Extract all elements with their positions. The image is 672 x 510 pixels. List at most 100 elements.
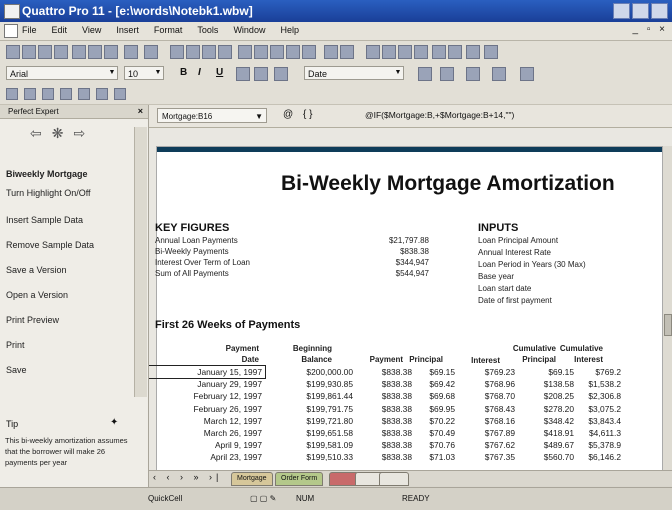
border-icon[interactable] <box>520 67 534 81</box>
save-icon[interactable] <box>38 45 52 59</box>
tab-mortgage[interactable]: Mortgage <box>231 472 273 486</box>
cell-balance[interactable]: $199,510.33 <box>265 451 356 463</box>
maximize-button[interactable] <box>632 3 649 19</box>
cell-date[interactable]: March 12, 1997 <box>149 415 265 427</box>
cell-payment[interactable]: $838.38 <box>356 439 415 451</box>
menu-edit[interactable]: Edit <box>52 25 68 35</box>
text-style-icon[interactable] <box>274 67 288 81</box>
cell-payment[interactable]: $838.38 <box>356 403 415 415</box>
cell-balance[interactable]: $199,930.85 <box>265 378 356 390</box>
tab-order-form[interactable]: Order Form <box>275 472 324 486</box>
formula-brace-button[interactable]: { } <box>303 109 312 120</box>
cell-balance[interactable]: $199,581.09 <box>265 439 356 451</box>
cell-cumulative-principal[interactable]: $69.15 <box>518 366 577 378</box>
cell-principal[interactable]: $71.03 <box>415 451 458 463</box>
cell-interest[interactable]: $768.16 <box>458 415 518 427</box>
function-icon[interactable] <box>324 45 338 59</box>
menu-view[interactable]: View <box>82 25 101 35</box>
cell-cumulative-principal[interactable]: $348.42 <box>518 415 577 427</box>
cell-date[interactable]: February 12, 1997 <box>149 390 265 402</box>
document-window-controls[interactable]: _ ▫ × <box>632 24 668 35</box>
close-panel-button[interactable]: × <box>138 105 143 118</box>
cell-cumulative-interest[interactable]: $4,611.3 <box>577 427 624 439</box>
spreadsheet-grid[interactable]: Bi-Weekly Mortgage Amortization KEY FIGU… <box>149 128 672 470</box>
cell-principal[interactable]: $69.68 <box>415 390 458 402</box>
cell-cumulative-principal[interactable]: $489.67 <box>518 439 577 451</box>
sum-icon[interactable] <box>340 45 354 59</box>
cell-date[interactable]: January 29, 1997 <box>149 378 265 390</box>
expert-item-save-version[interactable]: Save a Version <box>6 265 67 275</box>
cell-interest[interactable]: $767.89 <box>458 427 518 439</box>
redo-icon[interactable] <box>144 45 158 59</box>
cell-interest[interactable]: $768.96 <box>458 378 518 390</box>
expert-icon[interactable] <box>448 45 462 59</box>
open-icon[interactable] <box>22 45 36 59</box>
panel-scrollbar[interactable] <box>134 127 147 397</box>
close-button[interactable] <box>651 3 668 19</box>
fit-icon[interactable] <box>302 45 316 59</box>
copy-icon[interactable] <box>88 45 102 59</box>
cell-principal[interactable]: $69.15 <box>415 366 458 378</box>
map-icon[interactable] <box>202 45 216 59</box>
insert-rows-icon[interactable] <box>238 45 252 59</box>
tab-navigation[interactable]: ‹ ‹ › » ›| <box>153 472 222 482</box>
chart-icon[interactable] <box>186 45 200 59</box>
shape-icon[interactable] <box>218 45 232 59</box>
expert-item-biweekly-mortgage[interactable]: Biweekly Mortgage <box>6 169 88 179</box>
cell-payment[interactable]: $838.38 <box>356 390 415 402</box>
cell-date[interactable]: January 15, 1997 <box>149 364 266 380</box>
cell-interest[interactable]: $768.43 <box>458 403 518 415</box>
document-icon[interactable] <box>4 24 18 38</box>
bold-button[interactable]: B <box>180 67 187 78</box>
cell-interest[interactable]: $769.23 <box>458 366 518 378</box>
cell-cumulative-principal[interactable]: $208.25 <box>518 390 577 402</box>
text-color-icon[interactable] <box>492 67 506 81</box>
expert-item-turn-highlight[interactable]: Turn Highlight On/Off <box>6 188 91 198</box>
cell-payment[interactable]: $838.38 <box>356 451 415 463</box>
minimize-button[interactable] <box>613 3 630 19</box>
cell-balance[interactable]: $199,791.75 <box>265 403 356 415</box>
cell-principal[interactable]: $70.22 <box>415 415 458 427</box>
sheet-icon[interactable] <box>414 45 428 59</box>
cell-payment[interactable]: $838.38 <box>356 415 415 427</box>
menu-help[interactable]: Help <box>280 25 299 35</box>
cell-cumulative-interest[interactable]: $3,075.2 <box>577 403 624 415</box>
expert-item-print[interactable]: Print <box>6 340 25 350</box>
function-at-button[interactable]: @ <box>283 109 293 120</box>
menu-file[interactable]: File <box>22 25 37 35</box>
cell-cumulative-principal[interactable]: $560.70 <box>518 451 577 463</box>
cell-principal[interactable]: $70.76 <box>415 439 458 451</box>
help-icon[interactable] <box>114 88 126 100</box>
strikeout-icon[interactable] <box>254 67 268 81</box>
cell-date[interactable]: March 26, 1997 <box>149 427 265 439</box>
underline-button[interactable]: U <box>216 67 223 78</box>
cell-date[interactable]: April 9, 1997 <box>149 439 265 451</box>
cell-cumulative-interest[interactable]: $6,146.2 <box>577 451 624 463</box>
web-icon[interactable] <box>484 45 498 59</box>
cell-interest[interactable]: $767.35 <box>458 451 518 463</box>
back-icon[interactable]: ⇦ <box>30 125 52 141</box>
new-icon[interactable] <box>6 45 20 59</box>
scroll-thumb[interactable] <box>664 314 672 336</box>
next-icon[interactable] <box>60 88 72 100</box>
forward-icon[interactable]: ⇨ <box>73 125 95 141</box>
menu-window[interactable]: Window <box>233 25 265 35</box>
filter-icon[interactable] <box>398 45 412 59</box>
cell-payment[interactable]: $838.38 <box>356 378 415 390</box>
tab-sheet[interactable] <box>379 472 409 486</box>
cell-cumulative-interest[interactable]: $3,843.4 <box>577 415 624 427</box>
cell-balance[interactable]: $199,861.44 <box>265 390 356 402</box>
cell-cumulative-interest[interactable]: $2,306.8 <box>577 390 624 402</box>
cell-principal[interactable]: $69.42 <box>415 378 458 390</box>
home-icon[interactable]: ❋ <box>52 125 74 141</box>
cell-payment[interactable]: $838.38 <box>356 427 415 439</box>
menu-insert[interactable]: Insert <box>116 25 139 35</box>
font-name-select[interactable]: Arial ▼ <box>6 66 118 80</box>
cell-principal[interactable]: $70.49 <box>415 427 458 439</box>
expert-item-open-version[interactable]: Open a Version <box>6 290 68 300</box>
fill-icon[interactable] <box>382 45 396 59</box>
cell-cumulative-interest[interactable]: $1,538.2 <box>577 378 624 390</box>
record-icon[interactable] <box>78 88 90 100</box>
menu-format[interactable]: Format <box>154 25 183 35</box>
app-icon[interactable] <box>4 4 20 19</box>
